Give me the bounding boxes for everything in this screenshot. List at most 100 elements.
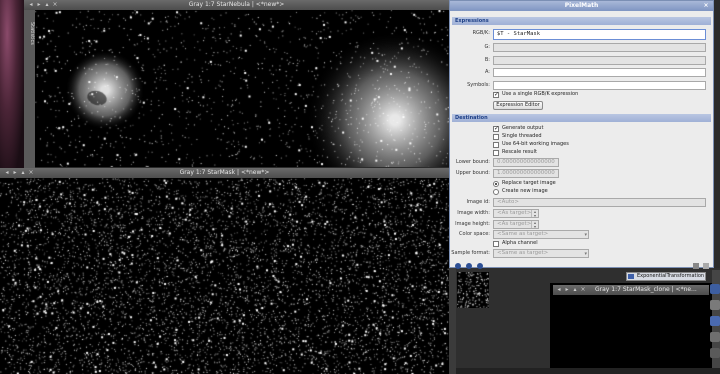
color-space-label: Color space: [459,231,490,237]
color-space-value: <Same as target> [497,231,549,237]
star-nebula-titlebar[interactable]: ◂ ▸ ▴ × Gray 1:7 StarNebula | <*new*> [24,0,449,10]
expression-editor-button[interactable]: Expression Editor [493,101,543,110]
star-nebula-title: Gray 1:7 StarNebula | <*new*> [188,1,285,8]
image-id-field[interactable]: <Auto> [493,198,706,207]
sample-format-label: Sample format: [451,250,490,256]
process-icon-label: ExponentialTransformation [637,273,705,279]
window-shade-icon[interactable]: ▸ [36,2,42,8]
window-max-icon[interactable]: ▴ [20,170,26,176]
lower-bound-label: Lower bound: [456,159,490,165]
pixelmath-titlebar[interactable]: PixelMath × [450,1,713,11]
use64-checkbox[interactable] [493,142,499,148]
chevron-down-icon: ▾ [584,251,587,257]
left-edge-nebula [0,0,24,170]
window-menu-icon[interactable]: ◂ [556,287,562,293]
window-max-icon[interactable]: ▴ [44,2,50,8]
lower-bar [456,368,720,374]
image-width-field[interactable]: <As target> ▴ ▾ [493,209,539,218]
window-close-icon[interactable]: × [28,170,34,176]
star-mask-canvas [0,178,449,374]
single-threaded-checkbox[interactable] [493,134,499,140]
create-new-radio[interactable] [493,189,499,195]
create-new-label: Create new image [502,188,548,194]
workspace-gap [449,268,456,374]
single-rgb-checkbox[interactable]: ✓ [493,92,499,98]
chevron-down-icon: ▾ [584,232,587,238]
expressions-header-label: Expressions [455,18,489,24]
rgbk-expression-field[interactable]: $T - StarMask [493,29,706,40]
star-mask-image[interactable] [0,178,449,374]
image-height-label: Image height: [455,221,490,227]
symbols-field[interactable] [493,81,706,90]
lower-bound-field[interactable]: 0.000000000000000 [493,158,559,167]
window-close-icon[interactable]: × [52,2,58,8]
star-nebula-canvas [35,10,449,167]
generate-output-label: Generate output [502,125,544,131]
b-label: B: [484,57,490,63]
image-height-field[interactable]: <As target> ▴ ▾ [493,220,539,229]
statistics-side-tab[interactable]: Statistics [24,10,35,170]
a-label: A: [484,69,490,75]
destination-section-header[interactable]: Destination [452,114,711,122]
g-expression-field[interactable] [493,43,706,52]
star-mask-clone-title: Gray 1:7 StarMask_clone | <*ne... [595,286,697,293]
single-threaded-label: Single threaded [502,133,542,139]
image-width-value: <As target> [497,210,532,216]
apply-global-icon[interactable] [477,263,483,269]
image-height-spinner-icon[interactable]: ▴ ▾ [531,221,538,228]
reset-icon[interactable] [693,263,699,269]
star-mask-title: Gray 1:7 StarMask | <*new*> [179,169,270,176]
new-instance-icon[interactable] [455,263,461,269]
process-icon-exponential[interactable]: ExponentialTransformation [626,272,706,281]
star-mask-titlebar[interactable]: ◂ ▸ ▴ × Gray 1:7 StarMask | <*new*> [0,168,449,178]
generate-output-checkbox[interactable]: ✓ [493,126,499,132]
sample-format-value: <Same as target> [497,250,549,256]
replace-target-radio[interactable] [493,181,499,187]
use64-label: Use 64-bit working images [502,141,569,147]
alpha-channel-label: Alpha channel [502,240,538,246]
upper-bound-field[interactable]: 1.000000000000000 [493,169,559,178]
history-icon[interactable] [710,300,720,310]
window-shade-icon[interactable]: ▸ [564,287,570,293]
image-id-label: Image id: [466,199,491,205]
format-icon[interactable] [710,332,720,342]
right-toolbar [710,270,720,374]
rescale-checkbox[interactable] [493,150,499,156]
pixelmath-dialog: PixelMath × Expressions RGB/K: $T - Star… [449,0,714,269]
single-rgb-label: Use a single RGB/K expression [502,91,579,97]
upper-bound-label: Upper bound: [455,170,490,176]
close-icon[interactable]: × [702,1,710,11]
process-icon-glyph [628,274,634,279]
statistics-tab-label: Statistics [29,22,35,45]
star-mask-clone-titlebar[interactable]: ◂ ▸ ▴ × Gray 1:7 StarMask_clone | <*ne..… [553,285,709,295]
window-max-icon[interactable]: ▴ [572,287,578,293]
color-space-select[interactable]: <Same as target> ▾ [493,230,589,239]
replace-target-label: Replace target image [502,180,556,186]
thumbnail-preview[interactable] [457,272,489,308]
image-width-spinner-icon[interactable]: ▴ ▾ [531,210,538,217]
resize-grip-icon[interactable] [703,263,709,269]
image-width-label: Image width: [457,210,490,216]
window-menu-icon[interactable]: ◂ [4,170,10,176]
rescale-label: Rescale result [502,149,537,155]
window-close-icon[interactable]: × [580,287,586,293]
explorer-icon[interactable] [710,284,720,294]
clone-window-frame [550,283,712,374]
apply-icon[interactable] [466,263,472,269]
pixelmath-title: PixelMath [564,2,599,9]
b-expression-field[interactable] [493,56,706,65]
window-shade-icon[interactable]: ▸ [12,170,18,176]
window-menu-icon[interactable]: ◂ [28,2,34,8]
console-icon[interactable] [710,316,720,326]
alpha-channel-checkbox[interactable] [493,241,499,247]
star-nebula-image[interactable] [35,10,449,167]
g-label: G: [484,44,490,50]
sample-format-select[interactable]: <Same as target> ▾ [493,249,589,258]
image-height-value: <As target> [497,221,532,227]
rgbk-label: RGB/K: [472,30,490,36]
a-expression-field[interactable] [493,68,706,77]
thumbnail-canvas [457,272,489,308]
expressions-section-header[interactable]: Expressions [452,17,711,25]
view-icon[interactable] [710,348,720,358]
symbols-label: Symbols: [467,82,490,88]
